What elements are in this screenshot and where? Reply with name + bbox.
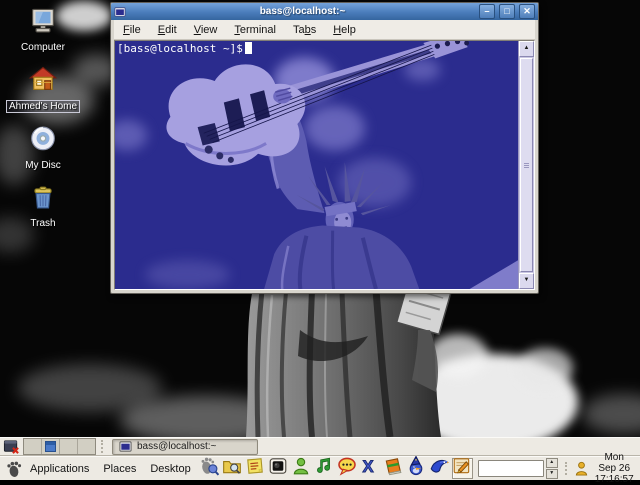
file-search-icon: [222, 456, 242, 481]
terminal-scrollbar[interactable]: ▲ ▼: [518, 41, 534, 289]
messenger-launcher[interactable]: [291, 458, 312, 479]
compose-launcher[interactable]: [452, 458, 473, 479]
main-menu-foot-icon[interactable]: [4, 458, 22, 479]
computer-icon: [28, 6, 58, 41]
x-apps-launcher[interactable]: X: [360, 458, 381, 479]
trash-icon: [28, 182, 58, 217]
music-notes-icon: [314, 456, 334, 481]
terminal-window[interactable]: bass@localhost:~ – □ ✕ File Edit View Termi…: [110, 2, 539, 294]
terminal-prompt: [bass@localhost ~]$: [117, 42, 252, 55]
prompt-text: [bass@localhost ~]$: [117, 42, 243, 55]
disc-icon: [28, 124, 58, 159]
footprint-search-icon: [199, 456, 219, 481]
panel-drag-handle[interactable]: [101, 440, 107, 453]
menu-help[interactable]: Help: [333, 24, 356, 36]
x-window-icon: X: [360, 456, 380, 481]
menu-edit[interactable]: Edit: [158, 24, 177, 36]
scroll-up-button[interactable]: ▲: [519, 41, 534, 57]
workspace-1[interactable]: [24, 439, 42, 454]
desktop-icon-label: Computer: [19, 42, 67, 53]
bird-wizard-launcher[interactable]: [406, 458, 427, 479]
chat-balloon-icon: [337, 456, 357, 481]
workspace-3[interactable]: [60, 439, 78, 454]
panel-menu-group: Applications Places Desktop: [27, 463, 194, 475]
user-switcher-icon[interactable]: [574, 458, 590, 479]
command-entry-input[interactable]: [478, 460, 544, 477]
window-list-bar: bass@localhost:~: [0, 437, 640, 456]
media-viewer-launcher[interactable]: [268, 458, 289, 479]
window-title: bass@localhost:~: [130, 6, 475, 17]
home-icon: [28, 64, 58, 99]
desktop-icon-computer[interactable]: Computer: [10, 6, 76, 53]
search-tool-launcher[interactable]: [199, 458, 220, 479]
desktop-icon-column: Computer Ahmed's Home My Disc Trash: [10, 6, 76, 229]
desktop: Computer Ahmed's Home My Disc Trash bass…: [0, 0, 640, 437]
bird-launcher[interactable]: [429, 458, 450, 479]
taskbar-window-button[interactable]: bass@localhost:~: [112, 439, 258, 455]
scroll-down-button[interactable]: ▼: [519, 273, 534, 289]
spinner-down-button[interactable]: ▼: [546, 469, 558, 479]
notes-icon: [245, 456, 265, 481]
spinner-up-button[interactable]: ▲: [546, 458, 558, 468]
desktop-menu[interactable]: Desktop: [147, 463, 193, 475]
terminal-menubar: File Edit View Terminal Tabs Help: [114, 20, 535, 40]
notes-launcher[interactable]: [245, 458, 266, 479]
workspace-2[interactable]: [42, 439, 60, 454]
menu-terminal[interactable]: Terminal: [234, 24, 276, 36]
terminal-window-icon: [114, 6, 126, 18]
scrollbar-grip: [524, 162, 529, 169]
panel-drag-handle[interactable]: [565, 462, 567, 475]
force-quit-icon[interactable]: [2, 438, 20, 456]
applications-menu[interactable]: Applications: [27, 463, 92, 475]
clock-date: Mon Sep 26: [595, 452, 634, 474]
bottom-panel: Applications Places Desktop X ▲ ▼: [0, 456, 640, 480]
bird-blue-icon: [429, 456, 449, 481]
workspace-window-thumb: [45, 441, 56, 452]
menu-file[interactable]: File: [123, 24, 141, 36]
file-search-launcher[interactable]: [222, 458, 243, 479]
workspace-switcher[interactable]: [23, 438, 96, 455]
terminal-content-frame: [bass@localhost ~]$ ▲ ▼: [114, 40, 535, 290]
minimize-button[interactable]: –: [479, 4, 495, 19]
screenshot-icon: [268, 456, 288, 481]
command-entry-applet: ▲ ▼: [478, 458, 558, 479]
places-menu[interactable]: Places: [100, 463, 139, 475]
book-orange-icon: [383, 456, 403, 481]
scrollbar-thumb[interactable]: [520, 58, 533, 272]
terminal-background-art: [115, 41, 518, 289]
desktop-icon-my-disc[interactable]: My Disc: [10, 124, 76, 171]
terminal-titlebar[interactable]: bass@localhost:~ – □ ✕: [111, 3, 538, 20]
close-button[interactable]: ✕: [519, 4, 535, 19]
desktop-icon-label: Trash: [28, 218, 57, 229]
desktop-icon-label: My Disc: [23, 160, 63, 171]
terminal-view[interactable]: [bass@localhost ~]$: [115, 41, 518, 289]
svg-text:X: X: [363, 457, 374, 476]
music-player-launcher[interactable]: [314, 458, 335, 479]
desktop-icon-trash[interactable]: Trash: [10, 182, 76, 229]
dictionary-launcher[interactable]: [383, 458, 404, 479]
desktop-icon-ahmeds-home[interactable]: Ahmed's Home: [10, 64, 76, 113]
compose-icon: [452, 456, 472, 481]
command-entry-spinner: ▲ ▼: [546, 458, 558, 479]
person-green-icon: [291, 456, 311, 481]
maximize-button[interactable]: □: [499, 4, 515, 19]
bird-hat-icon: [406, 456, 426, 481]
workspace-4[interactable]: [78, 439, 95, 454]
desktop-icon-label: Ahmed's Home: [6, 100, 80, 113]
menu-tabs[interactable]: Tabs: [293, 24, 316, 36]
clock-applet[interactable]: Mon Sep 26 17:16:57: [595, 452, 634, 485]
menu-view[interactable]: View: [194, 24, 218, 36]
terminal-cursor: [245, 42, 252, 54]
panel-launcher-group: X: [199, 458, 473, 479]
chat-launcher[interactable]: [337, 458, 358, 479]
task-label: bass@localhost:~: [137, 441, 216, 452]
terminal-window-icon: [119, 440, 132, 453]
